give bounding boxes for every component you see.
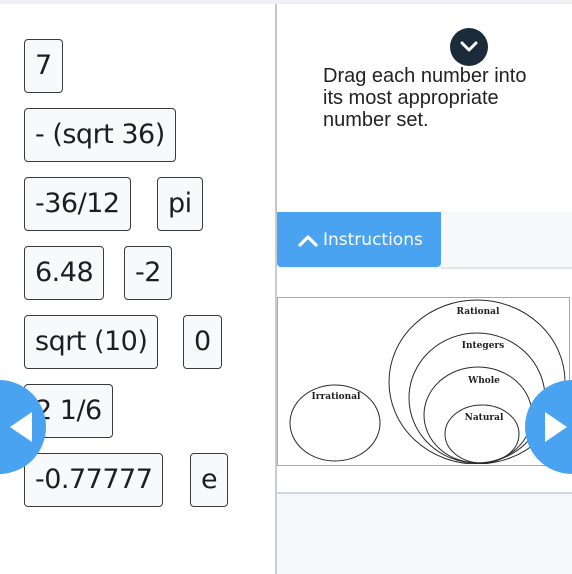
set-label-irrational: Irrational [312, 392, 361, 402]
number-tile-e[interactable]: e [190, 453, 229, 507]
triangle-right-icon [545, 412, 567, 442]
chevron-up-icon [298, 234, 318, 247]
instructions-panel: Drag each number into its most appropria… [277, 4, 572, 212]
triangle-left-icon [10, 412, 32, 442]
number-tile-6-48[interactable]: 6.48 [24, 246, 105, 300]
set-label-integers: Integers [462, 341, 504, 351]
work-area: Drag each number into its most appropria… [277, 4, 572, 574]
set-label-rational: Rational [457, 307, 500, 317]
instructions-tab[interactable]: Instructions [277, 212, 441, 267]
number-tile-0[interactable]: 0 [183, 315, 222, 369]
number-tile-neg-sqrt-36[interactable]: - (sqrt 36) [24, 108, 176, 162]
instructions-tab-label: Instructions [323, 229, 423, 250]
collapse-instructions-button[interactable] [450, 28, 488, 66]
number-tile-pi[interactable]: pi [157, 177, 203, 231]
drop-zone-integers[interactable] [408, 332, 546, 464]
chevron-down-icon [460, 41, 478, 52]
number-tile-neg-36-12[interactable]: -36/12 [24, 177, 131, 231]
number-tile-7[interactable]: 7 [24, 39, 63, 93]
number-tile-sqrt-10[interactable]: sqrt (10) [24, 315, 159, 369]
number-set-diagram-area: Irrational Rational Integers Whole Natur… [277, 269, 572, 494]
tab-strip [441, 212, 572, 269]
set-label-natural: Natural [465, 413, 504, 423]
number-bank: 7 - (sqrt 36) -36/12 pi 6.48 -2 sqrt (10… [0, 4, 277, 574]
number-tile-neg-0-77777[interactable]: -0.77777 [24, 453, 164, 507]
number-tile-neg-2[interactable]: -2 [124, 246, 172, 300]
instructions-text: Drag each number into its most appropria… [323, 65, 527, 131]
set-label-whole: Whole [467, 376, 500, 386]
